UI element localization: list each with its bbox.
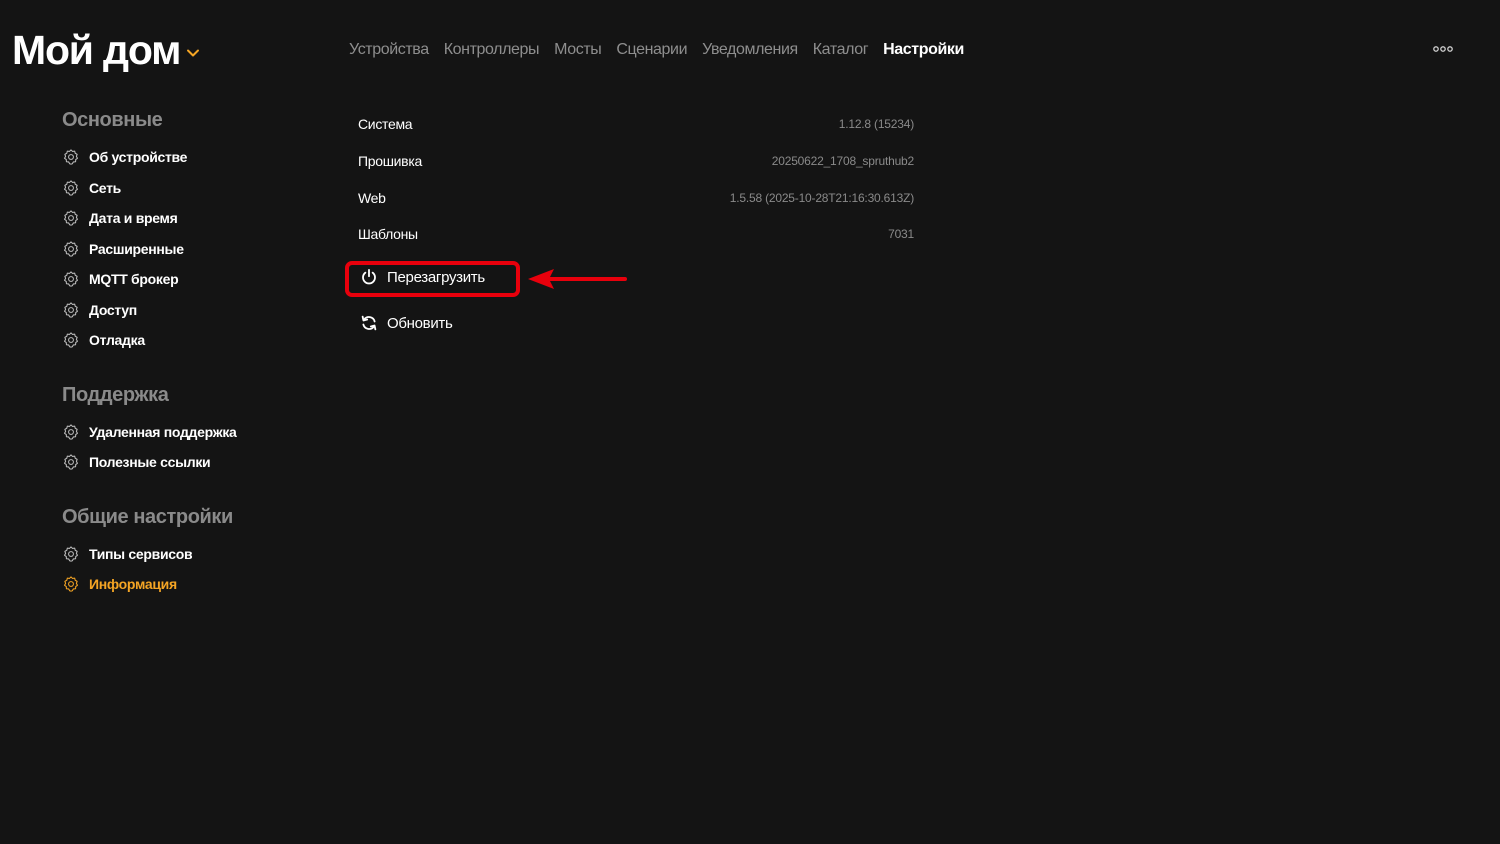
chevron-down-icon	[187, 49, 200, 57]
tab-settings[interactable]: Настройки	[883, 38, 964, 62]
refresh-label: Обновить	[387, 314, 453, 332]
gear-icon	[64, 454, 78, 470]
refresh-button[interactable]: Обновить	[360, 314, 453, 332]
sidebar-section-general: Общие настройки Типы сервисов Информация	[62, 503, 322, 600]
sidebar-item-label: Полезные ссылки	[89, 454, 211, 471]
sidebar-item-advanced[interactable]: Расширенные	[62, 234, 322, 265]
more-dots-icon[interactable]	[1432, 43, 1454, 55]
sidebar-item-network[interactable]: Сеть	[62, 173, 322, 204]
info-row-system: Система 1.12.8 (15234)	[358, 106, 914, 143]
sidebar-item-remote-support[interactable]: Удаленная поддержка	[62, 417, 322, 448]
tab-scenarios[interactable]: Сценарии	[616, 38, 687, 62]
gear-icon	[64, 180, 78, 196]
info-value: 7031	[888, 227, 914, 242]
gear-icon	[64, 210, 78, 226]
tab-bridges[interactable]: Мосты	[554, 38, 602, 62]
info-value: 1.12.8 (15234)	[838, 117, 914, 132]
info-key: Шаблоны	[358, 226, 418, 243]
sidebar-item-service-types[interactable]: Типы сервисов	[62, 539, 322, 570]
sidebar-item-about[interactable]: Об устройстве	[62, 142, 322, 173]
sidebar-item-access[interactable]: Доступ	[62, 295, 322, 326]
sidebar-item-label: Удаленная поддержка	[89, 423, 237, 440]
info-row-templates: Шаблоны 7031	[358, 216, 914, 253]
info-value: 20250622_1708_spruthub2	[771, 154, 914, 169]
sidebar-item-label: Отладка	[89, 332, 145, 349]
gear-icon	[64, 149, 78, 165]
sidebar-item-label: Доступ	[89, 301, 137, 318]
section-title: Основные	[62, 109, 163, 131]
sidebar-item-datetime[interactable]: Дата и время	[62, 203, 322, 234]
annotation-highlight-box	[345, 261, 520, 297]
sidebar-section-main: Основные Об устройстве Сеть Дата и время…	[62, 106, 322, 356]
sidebar-item-useful-links[interactable]: Полезные ссылки	[62, 447, 322, 478]
refresh-icon	[361, 315, 377, 331]
sidebar-section-support: Поддержка Удаленная поддержка Полезные с…	[62, 381, 322, 478]
sidebar-item-label: Информация	[89, 576, 177, 593]
gear-icon	[64, 576, 78, 592]
gear-icon	[64, 271, 78, 287]
sidebar-item-label: Типы сервисов	[89, 545, 193, 562]
sidebar-item-label: Сеть	[89, 179, 121, 196]
tab-notifications[interactable]: Уведомления	[702, 38, 798, 62]
sidebar-item-label: MQTT брокер	[89, 271, 179, 288]
sidebar-item-label: Об устройстве	[89, 149, 188, 166]
gear-icon	[64, 241, 78, 257]
tab-catalog[interactable]: Каталог	[813, 38, 869, 62]
sidebar-item-mqtt[interactable]: MQTT брокер	[62, 264, 322, 295]
info-key: Прошивка	[358, 153, 422, 170]
gear-icon	[64, 332, 78, 348]
sidebar-item-information[interactable]: Информация	[62, 569, 322, 600]
sidebar-item-debug[interactable]: Отладка	[62, 325, 322, 356]
section-title: Поддержка	[62, 383, 169, 406]
gear-icon	[64, 546, 78, 562]
tab-devices[interactable]: Устройства	[349, 38, 429, 62]
info-row-web: Web 1.5.58 (2025-10-28T21:16:30.613Z)	[358, 179, 914, 216]
gear-icon	[64, 424, 78, 440]
annotation-arrow-icon	[528, 269, 627, 289]
app-title: Мой дом	[12, 27, 181, 73]
home-selector[interactable]: Мой дом	[12, 26, 200, 74]
info-row-firmware: Прошивка 20250622_1708_spruthub2	[358, 143, 914, 180]
sidebar-item-label: Расширенные	[89, 240, 184, 257]
info-table: Система 1.12.8 (15234) Прошивка 20250622…	[358, 106, 914, 253]
info-key: Система	[358, 116, 413, 133]
info-key: Web	[358, 189, 386, 206]
gear-icon	[64, 302, 78, 318]
info-value: 1.5.58 (2025-10-28T21:16:30.613Z)	[729, 190, 914, 205]
section-title: Общие настройки	[62, 505, 233, 528]
sidebar-item-label: Дата и время	[89, 210, 178, 227]
top-nav: Устройства Контроллеры Мосты Сценарии Ув…	[349, 38, 964, 62]
sidebar: Основные Об устройстве Сеть Дата и время…	[62, 106, 322, 625]
tab-controllers[interactable]: Контроллеры	[444, 38, 540, 62]
